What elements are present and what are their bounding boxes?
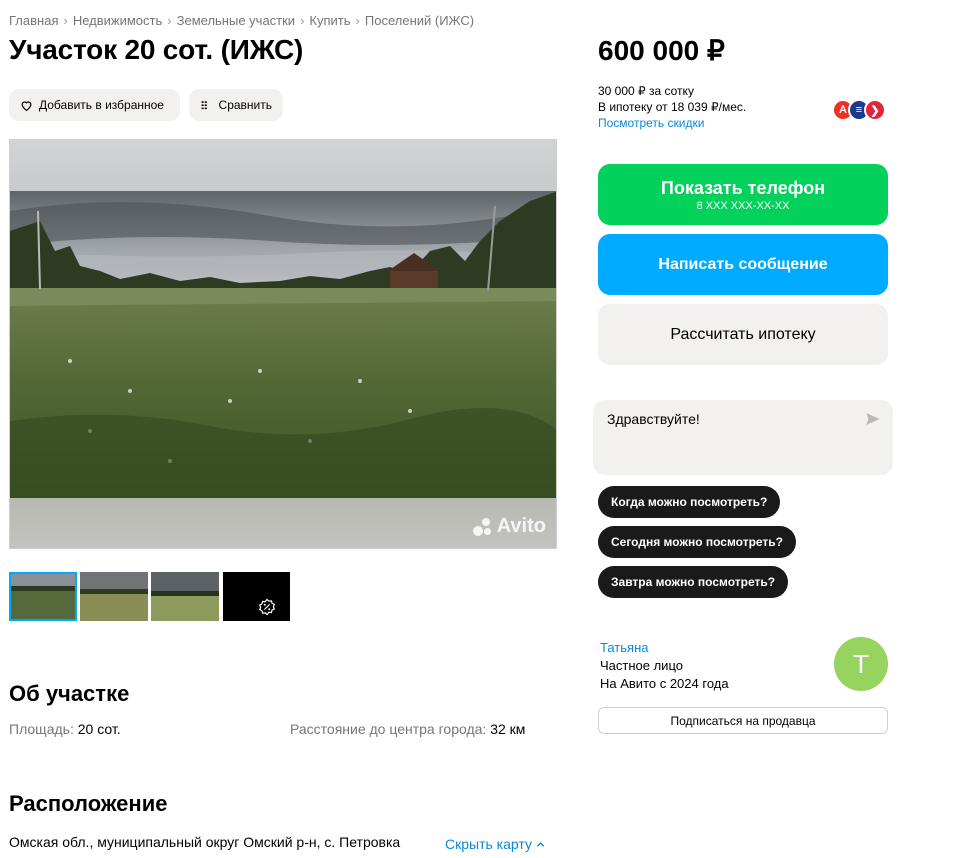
price-per-sotka: 30 000 ₽ за сотку xyxy=(598,84,694,98)
price-details: 30 000 ₽ за сотку В ипотеку от 18 039 ₽/… xyxy=(598,83,746,131)
show-phone-label: Показать телефон xyxy=(660,177,826,198)
chevron-up-icon xyxy=(536,842,545,847)
param-distance-label: Расстояние до центра города: xyxy=(290,721,487,737)
param-area-label: Площадь: xyxy=(9,721,74,737)
hide-map-link[interactable]: Скрыть карту xyxy=(445,836,545,852)
discounts-link[interactable]: Посмотреть скидки xyxy=(598,115,746,131)
compare-icon xyxy=(201,100,207,109)
hide-map-label: Скрыть карту xyxy=(445,836,532,852)
address-text: Омская обл., муниципальный округ Омский … xyxy=(9,834,401,850)
breadcrumb-home[interactable]: Главная xyxy=(9,13,58,28)
bank-logo-icon: ❯ xyxy=(864,99,886,121)
subscribe-seller-button[interactable]: Подписаться на продавца xyxy=(598,707,888,734)
param-area-value: 20 сот. xyxy=(77,721,121,737)
breadcrumb-separator: › xyxy=(63,13,68,28)
thumbnail-3[interactable] xyxy=(151,572,219,621)
quick-question-chip[interactable]: Завтра можно посмотреть? xyxy=(598,566,789,598)
compare-button[interactable]: Сравнить xyxy=(189,89,283,121)
write-message-button[interactable]: Написать сообщение xyxy=(598,234,888,295)
main-photo[interactable]: Avito xyxy=(9,139,557,549)
heart-icon xyxy=(21,100,32,111)
thumbnail-discount[interactable] xyxy=(223,572,290,621)
breadcrumb-realty[interactable]: Недвижимость xyxy=(73,13,162,28)
show-phone-button[interactable]: Показать телефон 8 XXX XXX-XX-XX xyxy=(598,164,888,225)
avito-watermark: Avito xyxy=(472,515,546,538)
breadcrumb-separator: › xyxy=(300,13,305,28)
calculate-mortgage-button[interactable]: Рассчитать ипотеку xyxy=(598,304,888,365)
thumbnail-2[interactable] xyxy=(80,572,148,621)
quick-question-chip[interactable]: Сегодня можно посмотреть? xyxy=(598,526,797,558)
about-heading: Об участке xyxy=(9,681,130,706)
seller-since: На Авито с 2024 года xyxy=(600,676,729,691)
phone-mask: 8 XXX XXX-XX-XX xyxy=(696,199,790,212)
price-amount: 600 000 ₽ xyxy=(598,35,725,66)
param-distance: Расстояние до центра города: 32 км xyxy=(290,721,525,737)
add-to-favorites-button[interactable]: Добавить в избранное xyxy=(9,89,180,121)
breadcrumb: Главная › Недвижимость › Земельные участ… xyxy=(9,13,474,28)
message-input[interactable]: Здравствуйте! xyxy=(593,400,893,475)
avito-watermark-text: Avito xyxy=(496,515,546,537)
breadcrumb-separator: › xyxy=(355,13,360,28)
seller-name[interactable]: Татьяна xyxy=(600,640,648,655)
breadcrumb-buy[interactable]: Купить xyxy=(309,13,350,28)
discount-badge-icon xyxy=(258,598,276,616)
photo-blur-top xyxy=(10,140,556,191)
mortgage-from: В ипотеку от 18 039 ₽/мес. xyxy=(598,100,747,114)
breadcrumb-izhs[interactable]: Поселений (ИЖС) xyxy=(365,13,474,28)
bank-logos: А ≡ ❯ xyxy=(832,99,888,121)
seller-type: Частное лицо xyxy=(600,658,683,673)
breadcrumb-land[interactable]: Земельные участки xyxy=(177,13,295,28)
seller-avatar[interactable]: Т xyxy=(834,637,888,691)
avito-logo-icon xyxy=(472,517,493,536)
page-title: Участок 20 сот. (ИЖС) xyxy=(9,34,304,65)
message-input-text: Здравствуйте! xyxy=(607,411,700,427)
param-distance-value: 32 км xyxy=(490,721,526,737)
send-icon[interactable] xyxy=(865,411,881,427)
breadcrumb-separator: › xyxy=(167,13,172,28)
quick-question-chip[interactable]: Когда можно посмотреть? xyxy=(598,486,781,518)
thumbnail-1[interactable] xyxy=(9,572,77,621)
photo-thumbnails xyxy=(9,572,290,621)
location-heading: Расположение xyxy=(9,791,168,816)
compare-label: Сравнить xyxy=(218,98,272,112)
add-to-favorites-label: Добавить в избранное xyxy=(39,98,164,112)
photo-scene xyxy=(10,191,556,498)
param-area: Площадь: 20 сот. xyxy=(9,721,121,737)
